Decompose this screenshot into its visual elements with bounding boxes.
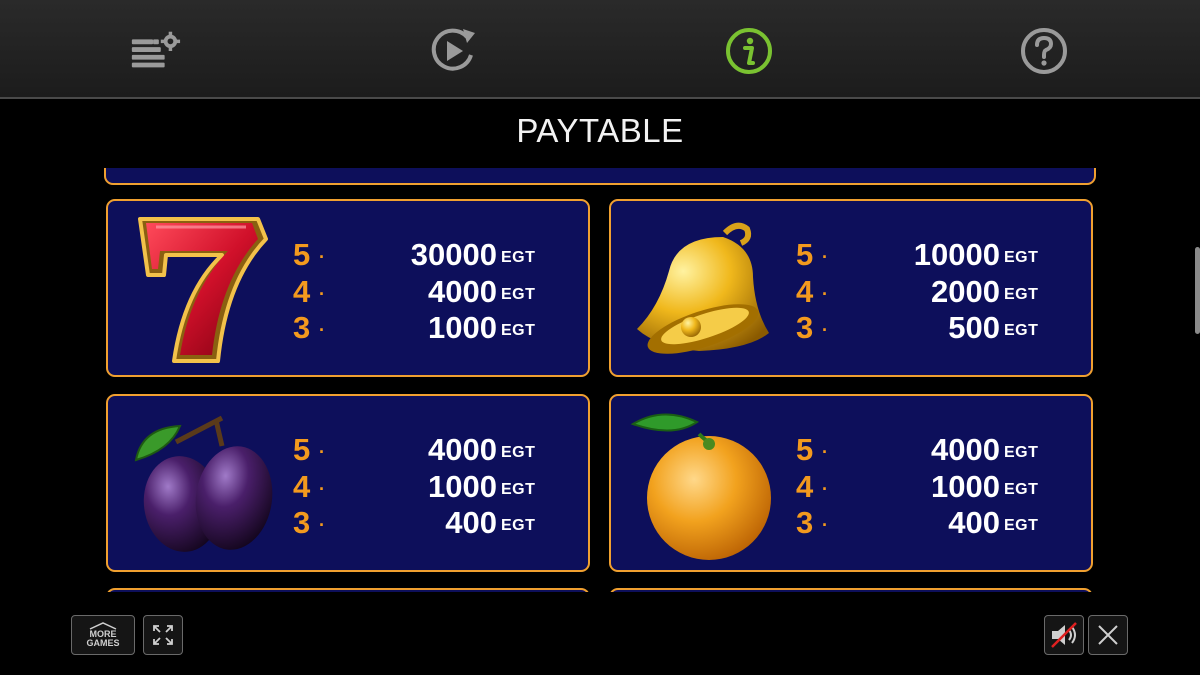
payout-amount: 30000 [410,237,497,272]
currency-label: EGT [501,444,536,461]
payout-amount: 1000 [428,469,497,504]
more-games-button[interactable]: MORE GAMES [71,615,135,655]
scrollbar[interactable] [1195,247,1200,334]
currency-label: EGT [1004,286,1039,303]
help-icon [1021,28,1067,74]
sound-toggle-button[interactable] [1044,615,1084,655]
pay-row: 3 · 500 EGT [796,310,1086,346]
pay-row: 4 · 4000 EGT [293,274,583,310]
separator-dot: · [319,247,325,267]
count-label: 5 [293,237,311,272]
pay-row: 4 · 1000 EGT [293,469,583,505]
pay-row: 5 · 10000 EGT [796,237,1086,273]
count-label: 3 [796,505,814,540]
separator-dot: · [822,284,828,304]
more-games-label-line2: GAMES [86,638,120,648]
bet-settings-icon [131,31,181,68]
seven-symbol-icon [138,217,268,363]
paytable-card-plum: 5 · 4000 EGT 4 · 1000 EGT 3 · 400 EGT [106,394,590,572]
paytable-scroll-area[interactable]: 5 · 30000 EGT 4 · 4000 EGT 3 · 1000 EGT [98,168,1102,592]
count-label: 4 [293,274,311,309]
separator-dot: · [319,284,325,304]
count-label: 5 [796,432,814,467]
currency-label: EGT [501,249,536,266]
separator-dot: · [319,320,325,340]
pay-row: 5 · 4000 EGT [293,432,583,468]
currency-label: EGT [1004,444,1039,461]
bet-settings-button[interactable] [128,24,182,78]
help-button[interactable] [1017,24,1071,78]
top-toolbar [0,0,1200,99]
payout-amount: 4000 [428,274,497,309]
count-label: 4 [796,469,814,504]
separator-dot: · [822,247,828,267]
orange-symbol-icon [630,413,771,560]
page-title: PAYTABLE [516,112,684,149]
separator-dot: · [822,515,828,535]
count-label: 4 [796,274,814,309]
currency-label: EGT [1004,249,1039,266]
payout-amount: 10000 [913,237,1000,272]
close-button[interactable] [1088,615,1128,655]
currency-label: EGT [501,322,536,339]
separator-dot: · [822,442,828,462]
payout-amount: 4000 [931,432,1000,467]
close-icon [1098,625,1118,645]
payout-amount: 4000 [428,432,497,467]
pay-row: 5 · 30000 EGT [293,237,583,273]
pay-row: 4 · 1000 EGT [796,469,1086,505]
separator-dot: · [319,479,325,499]
paytable-card-partial [104,168,1096,185]
autoplay-button[interactable] [426,24,480,78]
currency-label: EGT [501,286,536,303]
count-label: 4 [293,469,311,504]
currency-label: EGT [1004,322,1039,339]
currency-label: EGT [501,481,536,498]
separator-dot: · [319,515,325,535]
separator-dot: · [822,479,828,499]
pay-row: 3 · 1000 EGT [293,310,583,346]
separator-dot: · [822,320,828,340]
plum-symbol-icon [134,415,273,552]
pay-row: 4 · 2000 EGT [796,274,1086,310]
pay-row: 5 · 4000 EGT [796,432,1086,468]
currency-label: EGT [501,517,536,534]
sound-muted-icon [1051,622,1077,648]
payout-amount: 400 [445,505,497,540]
autoplay-icon [431,28,475,71]
pay-row: 3 · 400 EGT [796,505,1086,541]
payout-amount: 400 [948,505,1000,540]
paytable-card-partial [106,588,590,592]
info-button[interactable] [722,24,776,78]
count-label: 3 [293,310,311,345]
pay-row: 3 · 400 EGT [293,505,583,541]
count-label: 3 [796,310,814,345]
paytable-card-bell: 5 · 10000 EGT 4 · 2000 EGT 3 · 500 EGT [609,199,1093,377]
payout-amount: 1000 [931,469,1000,504]
info-icon [726,28,772,74]
count-label: 3 [293,505,311,540]
payout-amount: 2000 [931,274,1000,309]
currency-label: EGT [1004,517,1039,534]
payout-amount: 500 [948,310,1000,345]
paytable-card-seven: 5 · 30000 EGT 4 · 4000 EGT 3 · 1000 EGT [106,199,590,377]
separator-dot: · [319,442,325,462]
currency-label: EGT [1004,481,1039,498]
count-label: 5 [293,432,311,467]
bell-symbol-icon [637,222,769,354]
fullscreen-icon [153,625,173,645]
paytable-card-partial [609,588,1093,592]
fullscreen-button[interactable] [143,615,183,655]
payout-amount: 1000 [428,310,497,345]
paytable-card-orange: 5 · 4000 EGT 4 · 1000 EGT 3 · 400 EGT [609,394,1093,572]
count-label: 5 [796,237,814,272]
